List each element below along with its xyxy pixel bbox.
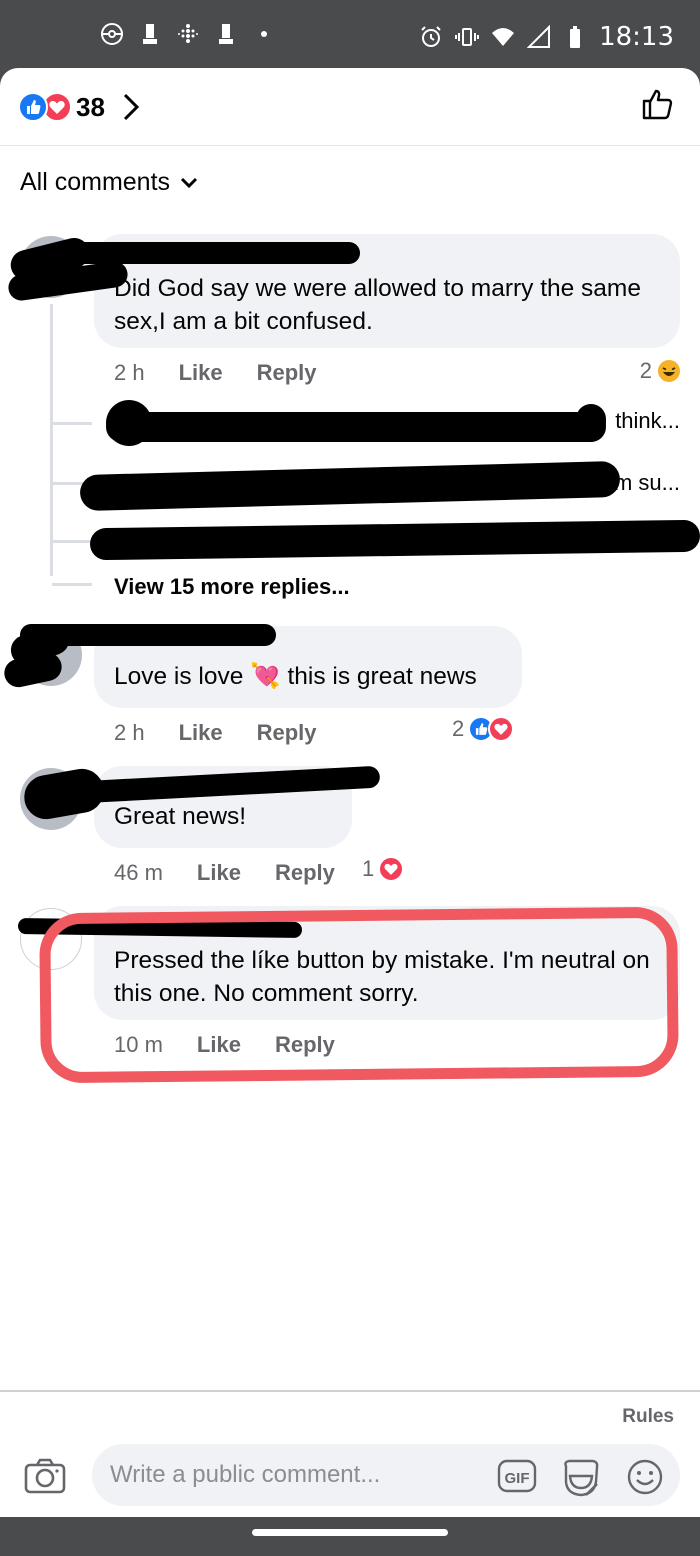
comment-text: Love is love 💘 this is great news	[114, 663, 477, 690]
reaction-count: 2	[639, 358, 652, 383]
comment-time[interactable]: 46 m	[114, 860, 163, 886]
home-gesture-handle[interactable]	[252, 1529, 448, 1536]
comment-composer[interactable]: Write a public comment... GIF	[92, 1444, 680, 1506]
fitness-notification-icon-2	[219, 24, 233, 44]
vibrate-icon	[455, 28, 480, 46]
redaction-mark	[20, 624, 276, 646]
rules-link[interactable]: Rules	[622, 1406, 674, 1428]
reaction-count: 2	[452, 716, 465, 741]
like-icon	[18, 92, 48, 122]
redaction-mark	[60, 242, 360, 264]
system-nav-bar	[0, 1517, 700, 1556]
svg-text:GIF: GIF	[505, 1470, 530, 1487]
highlight-annotation	[39, 906, 679, 1084]
thread-line	[50, 304, 53, 576]
chevron-right-icon[interactable]	[120, 90, 142, 124]
thread-branch	[52, 540, 92, 543]
like-link[interactable]: Like	[179, 360, 223, 386]
love-icon	[378, 856, 405, 882]
comment-reactions[interactable]: 2	[640, 358, 682, 384]
camera-icon[interactable]	[24, 1458, 66, 1494]
love-icon	[488, 716, 515, 742]
like-outline-icon[interactable]	[640, 86, 676, 122]
fitness-notification-icon	[143, 24, 157, 44]
battery-icon	[570, 26, 581, 48]
like-link[interactable]: Like	[197, 860, 241, 886]
like-link[interactable]: Like	[179, 720, 223, 746]
composer-divider	[0, 1390, 700, 1392]
comment-input-placeholder[interactable]: Write a public comment...	[110, 1461, 380, 1489]
sticker-icon[interactable]	[560, 1458, 602, 1498]
reply-link[interactable]: Reply	[257, 360, 317, 386]
comment-text: Did God say we were allowed to marry the…	[114, 275, 641, 335]
reaction-count[interactable]: 38	[76, 92, 105, 123]
view-more-replies-link[interactable]: View 15 more replies...	[114, 574, 350, 600]
sheet-header: 38	[0, 68, 700, 146]
comments-sheet: 38 All comments Did God say we were allo…	[0, 68, 700, 1517]
redaction-mark	[106, 400, 152, 446]
filter-label: All comments	[20, 168, 171, 196]
reactions-summary[interactable]	[18, 92, 74, 122]
comment-text: Great news!	[114, 803, 247, 830]
comment-reactions[interactable]: 2	[452, 716, 515, 742]
reply-preview-text: think...	[615, 408, 680, 433]
wifi-icon	[492, 28, 515, 46]
alarm-icon	[421, 26, 441, 47]
emoji-icon[interactable]	[626, 1458, 664, 1496]
chevron-down-icon	[180, 177, 198, 188]
redaction-mark	[106, 412, 606, 442]
reaction-count: 1	[362, 856, 375, 881]
comment-time[interactable]: 2 h	[114, 720, 145, 746]
cell-signal-icon	[527, 25, 551, 48]
fitbit-notification-icon	[178, 24, 198, 43]
comment-actions: 2 h Like Reply	[114, 360, 317, 386]
reply-link[interactable]: Reply	[257, 720, 317, 746]
haha-icon	[656, 358, 682, 384]
comment-actions: 2 h Like Reply	[114, 720, 317, 746]
thread-branch	[52, 583, 92, 586]
clock: 18:13	[599, 22, 674, 52]
redaction-mark	[576, 404, 606, 438]
comment-reactions[interactable]: 1	[362, 856, 405, 882]
status-bar: 18:13	[0, 0, 700, 72]
more-notifications-dot-icon	[261, 31, 267, 37]
comment-time[interactable]: 2 h	[114, 360, 145, 386]
pokeball-notification-icon	[101, 23, 123, 45]
gif-icon[interactable]: GIF	[496, 1458, 538, 1494]
comments-filter-dropdown[interactable]: All comments	[20, 168, 198, 197]
reply-link[interactable]: Reply	[275, 860, 335, 886]
comment-actions: 46 m Like Reply	[114, 860, 335, 886]
thread-branch	[52, 422, 92, 425]
